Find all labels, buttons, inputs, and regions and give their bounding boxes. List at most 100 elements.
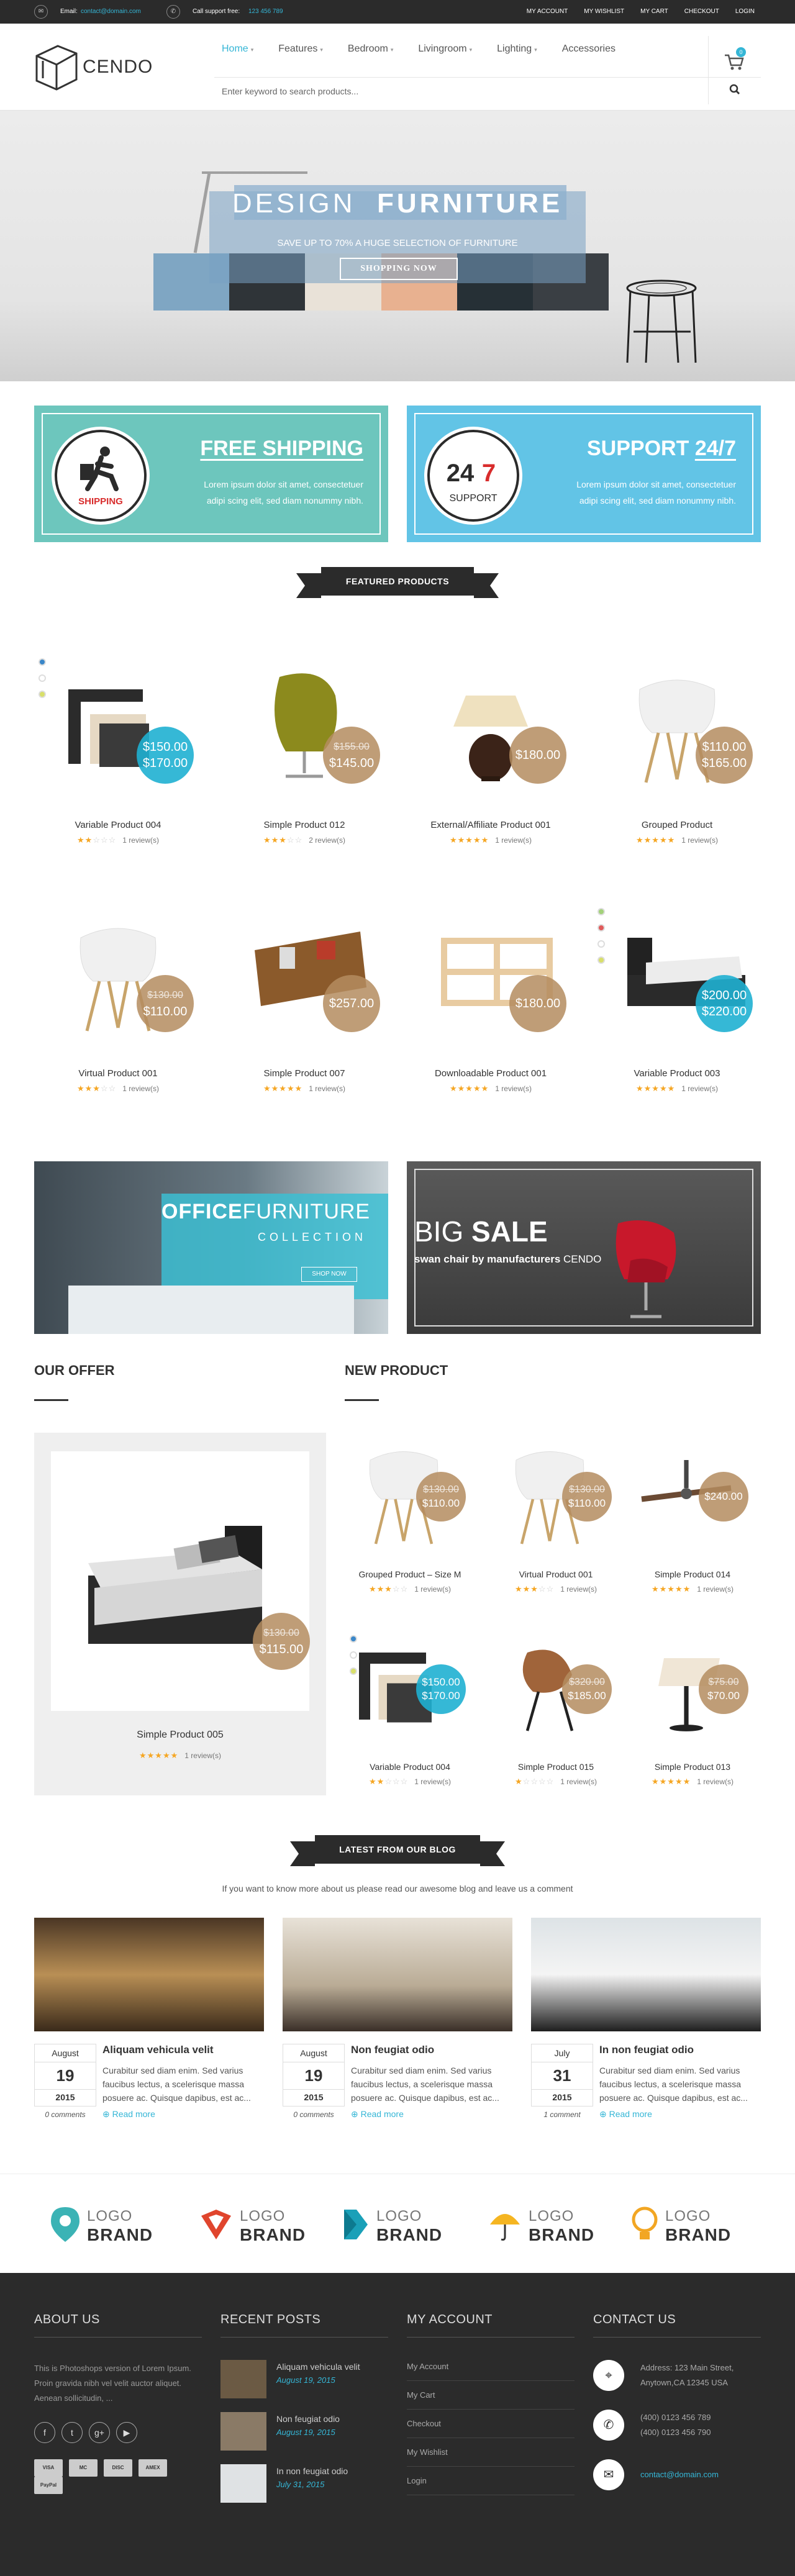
new-product-card[interactable]: $130.00 $110.00 Grouped Product – Size M ★★… (345, 1428, 475, 1594)
product-image[interactable]: $180.00 (407, 894, 575, 1062)
swatch[interactable] (350, 1667, 357, 1675)
product-name[interactable]: Simple Product 007 (220, 1068, 388, 1079)
menu-my-cart[interactable]: MY CART (640, 8, 668, 15)
product-card[interactable]: $180.00 Downloadable Product 001 ★★★★★ 1 r… (407, 894, 575, 1094)
nav-livingroom[interactable]: Livingroom ▾ (418, 43, 472, 55)
product-image[interactable]: $257.00 (220, 894, 388, 1062)
product-image[interactable]: $110.00 $165.00 (593, 646, 761, 814)
recent-post[interactable]: In non feugiat odio July 31, 2015 (220, 2464, 388, 2503)
product-name[interactable]: Simple Product 014 (627, 1569, 758, 1579)
nav-accessories[interactable]: Accessories (562, 43, 616, 55)
blog-image[interactable] (531, 1918, 761, 2031)
product-name[interactable]: Grouped Product (593, 820, 761, 830)
swatch[interactable] (39, 691, 46, 698)
product-name[interactable]: Simple Product 012 (220, 820, 388, 830)
brand-logo[interactable]: LOGO BRAND (488, 2204, 594, 2247)
blog-title[interactable]: In non feugiat odio (599, 2044, 694, 2056)
product-image[interactable]: $200.00 $220.00 (593, 894, 761, 1062)
recent-post[interactable]: Non feugiat odio August 19, 2015 (220, 2412, 388, 2451)
swatch[interactable] (597, 908, 605, 915)
cart-button[interactable]: 0 (708, 36, 761, 79)
product-name[interactable]: Variable Product 004 (34, 820, 202, 830)
product-name[interactable]: Variable Product 004 (345, 1762, 475, 1772)
email-link[interactable]: contact@domain.com (81, 8, 141, 15)
blog-title[interactable]: Aliquam vehicula velit (102, 2044, 214, 2056)
recent-post-title[interactable]: In non feugiat odio (276, 2464, 348, 2478)
shopping-now-button[interactable]: SHOPPING NOW (340, 258, 458, 280)
product-name[interactable]: Virtual Product 001 (34, 1068, 202, 1079)
twitter-icon[interactable]: t (61, 2422, 83, 2443)
brand-logo[interactable]: LOGO BRAND (630, 2204, 731, 2247)
swatch[interactable] (597, 924, 605, 932)
product-card[interactable]: $155.00 $145.00 Simple Product 012 ★★★☆☆ 2 … (220, 646, 388, 845)
swatch[interactable] (39, 674, 46, 682)
product-image[interactable]: $155.00 $145.00 (220, 646, 388, 814)
new-product-card[interactable]: $240.00 Simple Product 014 ★★★★★ 1 review(… (627, 1428, 758, 1594)
swatch[interactable] (350, 1651, 357, 1659)
nav-home[interactable]: Home ▾ (222, 43, 253, 55)
blog-title[interactable]: Non feugiat odio (351, 2044, 434, 2056)
search-input[interactable]: Enter keyword to search products... (214, 77, 708, 104)
facebook-icon[interactable]: f (34, 2422, 55, 2443)
big-sale-banner[interactable]: BIG SALE swan chair by manufacturers CEN… (407, 1161, 761, 1334)
read-more-link[interactable]: ⊕ Read more (351, 2109, 404, 2120)
blog-image[interactable] (283, 1918, 512, 2031)
nav-bedroom[interactable]: Bedroom ▾ (348, 43, 393, 55)
new-product-card[interactable]: $130.00 $110.00 Virtual Product 001 ★★★☆☆ 1… (491, 1428, 621, 1594)
brand-logo[interactable]: LOGO BRAND (342, 2204, 442, 2247)
offer-product-name[interactable]: Simple Product 005 (34, 1730, 326, 1741)
menu-my-account[interactable]: MY ACCOUNT (527, 8, 568, 15)
search-button[interactable] (708, 77, 761, 104)
product-card[interactable]: $150.00 $170.00 Variable Product 004 ★★☆☆☆ … (34, 646, 202, 845)
new-product-card[interactable]: $75.00 $70.00 Simple Product 013 ★★★★★ 1 re… (627, 1621, 758, 1787)
swatch[interactable] (350, 1635, 357, 1643)
recent-post-title[interactable]: Aliquam vehicula velit (276, 2360, 360, 2374)
product-name[interactable]: Virtual Product 001 (491, 1569, 621, 1579)
product-image[interactable]: $320.00 $185.00 (491, 1621, 621, 1761)
brand-logo[interactable]: LOGO BRAND (50, 2204, 153, 2247)
product-card[interactable]: $180.00 External/Affiliate Product 001 ★★★… (407, 646, 575, 845)
footer-link-checkout[interactable]: Checkout (407, 2410, 575, 2438)
new-product-card[interactable]: $150.00 $170.00 Variable Product 004 ★★☆☆☆ … (345, 1621, 475, 1787)
blog-image[interactable] (34, 1918, 264, 2031)
nav-features[interactable]: Features ▾ (278, 43, 323, 55)
product-image[interactable]: $75.00 $70.00 (627, 1621, 758, 1761)
product-card[interactable]: $257.00 Simple Product 007 ★★★★★ 1 review(… (220, 894, 388, 1094)
swatch[interactable] (597, 940, 605, 948)
product-card[interactable]: $130.00 $110.00 Virtual Product 001 ★★★☆☆ 1… (34, 894, 202, 1094)
product-card[interactable]: $200.00 $220.00 Variable Product 003 ★★★★★ … (593, 894, 761, 1094)
footer-link-login[interactable]: Login (407, 2467, 575, 2495)
footer-link-my-wishlist[interactable]: My Wishlist (407, 2438, 575, 2467)
recent-post[interactable]: Aliquam vehicula velit August 19, 2015 (220, 2360, 388, 2398)
product-name[interactable]: Grouped Product – Size M (345, 1569, 475, 1579)
logo[interactable]: CENDO (34, 42, 153, 92)
product-name[interactable]: External/Affiliate Product 001 (407, 820, 575, 830)
youtube-icon[interactable]: ▶ (116, 2422, 137, 2443)
office-furniture-banner[interactable]: OFFICEFURNITURE COLLECTION SHOP NOW (34, 1161, 388, 1334)
product-image[interactable]: $130.00 $110.00 (34, 894, 202, 1062)
product-name[interactable]: Variable Product 003 (593, 1068, 761, 1079)
google-plus-icon[interactable]: g+ (89, 2422, 110, 2443)
offer-product-image[interactable]: $130.00 $115.00 (51, 1451, 310, 1711)
swatch[interactable] (39, 658, 46, 666)
product-image[interactable]: $240.00 (627, 1428, 758, 1568)
contact-email-link[interactable]: contact@domain.com (640, 2467, 719, 2482)
product-name[interactable]: Simple Product 013 (627, 1762, 758, 1772)
brand-logo[interactable]: LOGO BRAND (199, 2204, 306, 2247)
product-name[interactable]: Simple Product 015 (491, 1762, 621, 1772)
menu-my-wishlist[interactable]: MY WISHLIST (584, 8, 624, 15)
read-more-link[interactable]: ⊕ Read more (599, 2109, 652, 2120)
product-image[interactable]: $180.00 (407, 646, 575, 814)
footer-link-my-account[interactable]: My Account (407, 2352, 575, 2381)
new-product-card[interactable]: $320.00 $185.00 Simple Product 015 ★☆☆☆☆ 1 … (491, 1621, 621, 1787)
product-image[interactable]: $130.00 $110.00 (345, 1428, 475, 1568)
read-more-link[interactable]: ⊕ Read more (102, 2109, 155, 2120)
product-image[interactable]: $130.00 $110.00 (491, 1428, 621, 1568)
product-card[interactable]: $110.00 $165.00 Grouped Product ★★★★★ 1 rev… (593, 646, 761, 845)
footer-link-my-cart[interactable]: My Cart (407, 2381, 575, 2410)
product-image[interactable]: $150.00 $170.00 (34, 646, 202, 814)
product-name[interactable]: Downloadable Product 001 (407, 1068, 575, 1079)
shop-now-button[interactable]: SHOP NOW (301, 1267, 357, 1282)
menu-login[interactable]: LOGIN (735, 8, 755, 15)
recent-post-title[interactable]: Non feugiat odio (276, 2412, 340, 2426)
